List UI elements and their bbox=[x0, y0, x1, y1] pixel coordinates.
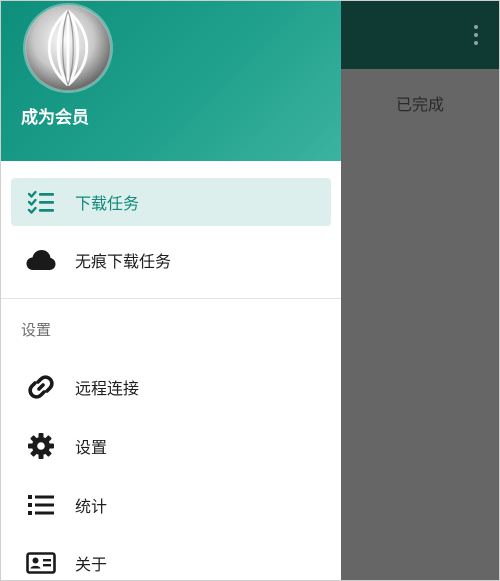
task-list-icon bbox=[25, 186, 57, 218]
link-icon bbox=[25, 371, 57, 403]
nav-item-download-tasks[interactable]: 下载任务 bbox=[11, 178, 331, 226]
avatar[interactable] bbox=[25, 5, 111, 91]
main-screen-scrim[interactable]: 已完成 bbox=[341, 1, 499, 580]
app-frame: 已完成 成为会员 下载任务 无痕下载任务 设置 远程连接 设置 统计 关于 bbox=[0, 0, 500, 581]
settings-section-title: 设置 bbox=[21, 321, 52, 339]
nav-item-label: 关于 bbox=[75, 555, 108, 574]
nav-item-statistics[interactable]: 统计 bbox=[11, 481, 331, 529]
nav-item-about[interactable]: 关于 bbox=[11, 539, 331, 580]
navigation-drawer: 成为会员 下载任务 无痕下载任务 设置 远程连接 设置 统计 关于 bbox=[1, 1, 341, 580]
dot-icon bbox=[474, 41, 478, 45]
dot-icon bbox=[474, 25, 478, 29]
main-top-bar bbox=[341, 1, 499, 69]
dot-icon bbox=[474, 33, 478, 37]
nav-item-label: 统计 bbox=[75, 497, 108, 516]
nav-item-settings[interactable]: 设置 bbox=[11, 422, 331, 470]
id-card-icon bbox=[25, 547, 57, 579]
nav-item-incognito-download-tasks[interactable]: 无痕下载任务 bbox=[11, 236, 331, 284]
nav-item-label: 设置 bbox=[75, 438, 108, 457]
gear-icon bbox=[25, 430, 57, 462]
nav-item-remote-connection[interactable]: 远程连接 bbox=[11, 363, 331, 411]
nav-item-label: 无痕下载任务 bbox=[75, 252, 172, 271]
list-icon bbox=[25, 489, 57, 521]
drawer-divider bbox=[1, 298, 341, 299]
completed-tab-label[interactable]: 已完成 bbox=[341, 91, 499, 115]
nav-item-label: 远程连接 bbox=[75, 379, 140, 398]
overflow-menu-button[interactable] bbox=[469, 21, 483, 49]
nav-item-label: 下载任务 bbox=[75, 194, 140, 213]
become-member-link[interactable]: 成为会员 bbox=[21, 103, 89, 128]
globe-logo-icon bbox=[26, 6, 110, 90]
cloud-icon bbox=[25, 244, 57, 276]
drawer-header: 成为会员 bbox=[1, 1, 341, 161]
